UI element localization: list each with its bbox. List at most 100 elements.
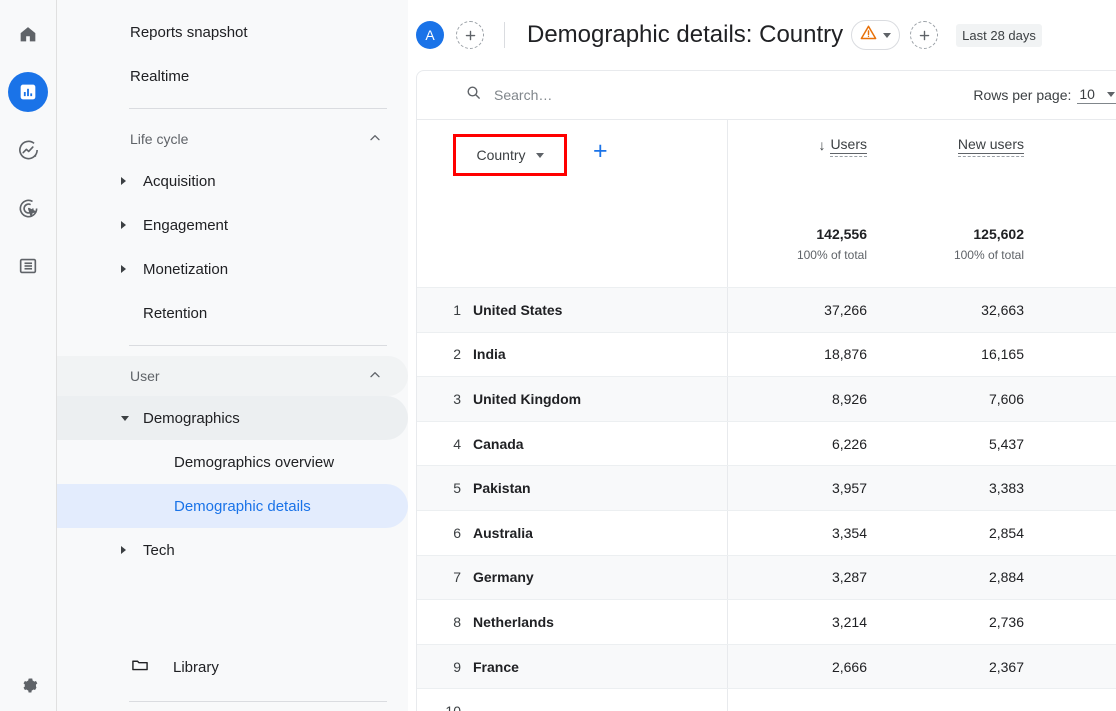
country-name[interactable]: United States (473, 302, 562, 318)
sidebar-item-label: Monetization (143, 261, 228, 278)
search-icon (465, 84, 482, 106)
users-cell: 8,926 (728, 377, 885, 421)
table-body: 1United States37,26632,6632India18,87616… (417, 287, 1116, 711)
country-name[interactable]: France (473, 659, 519, 675)
sidebar-item-retention[interactable]: Retention (57, 291, 408, 335)
country-name[interactable]: Netherlands (473, 614, 554, 630)
configure-icon[interactable] (8, 246, 48, 286)
report-card: Rows per page: 10 Go to: (416, 70, 1116, 711)
add-report-button[interactable] (910, 21, 938, 49)
dimension-cell: 10 (417, 689, 728, 711)
sidebar-item-label: Tech (143, 542, 175, 559)
table-row[interactable]: 7Germany3,2872,884 (417, 555, 1116, 600)
add-dimension-button[interactable]: + (593, 139, 608, 164)
sidebar-item-demographics-overview[interactable]: Demographics overview (57, 440, 408, 484)
new-users-cell: 32,663 (885, 288, 1042, 332)
expand-triangle-icon (121, 265, 143, 273)
sidebar-group-label: User (130, 368, 160, 384)
add-comparison-button[interactable] (456, 21, 484, 49)
sidebar-item-acquisition[interactable]: Acquisition (57, 159, 408, 203)
table-row[interactable]: 6Australia3,3542,854 (417, 510, 1116, 555)
search-container (465, 84, 973, 106)
sort-by-new-users-button[interactable]: New users (958, 136, 1024, 154)
sidebar-item-monetization[interactable]: Monetization (57, 247, 408, 291)
sidebar-item-library[interactable]: Library (57, 645, 408, 689)
country-name[interactable]: United Kingdom (473, 391, 581, 407)
new-users-cell: 2,884 (885, 556, 1042, 600)
folder-icon (130, 655, 150, 679)
sort-descending-icon: ↓ (818, 138, 825, 152)
sort-by-users-button[interactable]: ↓ Users (818, 136, 867, 154)
sidebar-item-realtime[interactable]: Realtime (57, 54, 408, 98)
sidebar-item-demographic-details[interactable]: Demographic details (57, 484, 408, 528)
rows-per-page-value: 10 (1079, 86, 1095, 102)
dimension-cell: 7Germany (417, 556, 728, 600)
sidebar-item-label: Reports snapshot (130, 24, 248, 41)
home-icon[interactable] (8, 14, 48, 54)
dimension-cell: 1United States (417, 288, 728, 332)
table-row[interactable]: 10 (417, 688, 1116, 711)
table-row[interactable]: 1United States37,26632,663 (417, 287, 1116, 332)
table-row[interactable]: 3United Kingdom8,9267,606 (417, 376, 1116, 421)
advertising-icon[interactable] (8, 188, 48, 228)
dimension-cell: 9France (417, 645, 728, 689)
sidebar-item-label: Demographics overview (174, 454, 334, 471)
avatar-initial: A (425, 27, 434, 43)
table-row[interactable]: 8Netherlands3,2142,736 (417, 599, 1116, 644)
country-name[interactable]: Canada (473, 436, 524, 452)
new-users-cell: 2,367 (885, 645, 1042, 689)
rows-per-page-label: Rows per page: (973, 87, 1071, 103)
explore-icon[interactable] (8, 130, 48, 170)
country-name[interactable]: Pakistan (473, 480, 531, 496)
metric-header-new-users: New users 125,602 100% of total (885, 120, 1042, 287)
sidebar-group-life-cycle[interactable]: Life cycle (57, 119, 408, 159)
table-row[interactable]: 5Pakistan3,9573,383 (417, 465, 1116, 510)
dimension-cell: 3United Kingdom (417, 377, 728, 421)
sidebar-group-user[interactable]: User (57, 356, 408, 396)
page-title: Demographic details: Country (527, 21, 843, 49)
sidebar-item-demographics[interactable]: Demographics (57, 396, 408, 440)
new-users-cell: 2,736 (885, 600, 1042, 644)
search-input[interactable] (494, 87, 754, 103)
data-warning-dropdown[interactable] (851, 20, 900, 50)
users-cell: 3,287 (728, 556, 885, 600)
new-users-cell: 2,854 (885, 511, 1042, 555)
country-name[interactable]: India (473, 346, 506, 362)
sidebar-group-label: Life cycle (130, 131, 188, 147)
users-cell: 6,226 (728, 422, 885, 466)
collapse-triangle-icon (121, 416, 143, 421)
dimension-highlight-box: Country (453, 134, 567, 176)
country-name[interactable]: Germany (473, 569, 534, 585)
dimension-selector[interactable]: Country (458, 139, 562, 171)
users-cell: 37,266 (728, 288, 885, 332)
users-cell: 18,876 (728, 333, 885, 377)
row-rank: 7 (417, 569, 473, 585)
warning-triangle-icon (859, 23, 878, 47)
table-row[interactable]: 9France2,6662,367 (417, 644, 1116, 689)
users-cell: 3,354 (728, 511, 885, 555)
table-row[interactable]: 4Canada6,2265,437 (417, 421, 1116, 466)
chevron-down-icon (883, 33, 891, 38)
sidebar-item-reports-snapshot[interactable]: Reports snapshot (57, 10, 408, 54)
row-rank: 5 (417, 480, 473, 496)
users-cell: 3,957 (728, 466, 885, 510)
chevron-up-icon (367, 130, 383, 149)
chevron-up-icon (367, 367, 383, 386)
metric-percent-of-total: 100% of total (954, 248, 1024, 262)
rows-per-page-select[interactable]: 10 (1077, 86, 1116, 104)
table-row[interactable]: 2India18,87616,165 (417, 332, 1116, 377)
avatar[interactable]: A (416, 21, 444, 49)
reports-icon[interactable] (8, 72, 48, 112)
date-range-selector[interactable]: Last 28 days (956, 24, 1042, 47)
users-cell: 3,214 (728, 600, 885, 644)
truncated-metric-cell (1042, 645, 1116, 689)
gear-icon[interactable] (9, 665, 49, 705)
table-header-row: Country + ↓ Users 142,556 100% of total (417, 119, 1116, 287)
metric-percent-of-total: 100% of total (797, 248, 867, 262)
country-name[interactable]: Australia (473, 525, 533, 541)
sidebar-item-engagement[interactable]: Engagement (57, 203, 408, 247)
sidebar-item-tech[interactable]: Tech (57, 528, 408, 572)
sidebar-item-label: Demographics (143, 410, 240, 427)
row-rank: 3 (417, 391, 473, 407)
expand-triangle-icon (121, 221, 143, 229)
